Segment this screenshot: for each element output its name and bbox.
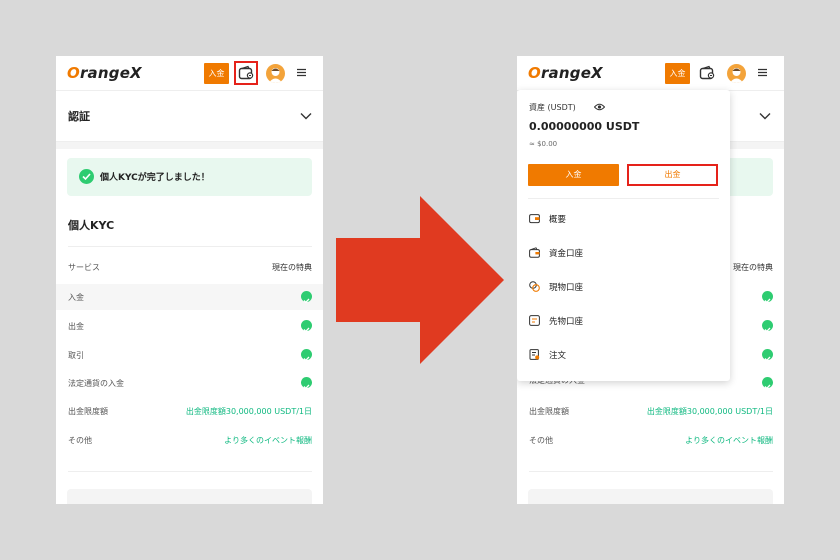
table-row: 出金限度額 出金限度額30,000,000 USDT/1日 [56,398,323,424]
logo-text: rangeX [540,64,603,82]
table-header: サービス 現在の特典 [56,254,323,280]
check-icon [762,349,773,362]
check-icon [762,291,773,304]
table-row: 法定通貨の入金 [56,370,323,396]
header-benefit: 現在の特典 [733,263,773,272]
phone-screen-after: OrangeX 入金 現在の特典 出金限度額 出金限度額30,000,000 U… [517,56,784,504]
spot-icon [529,281,540,292]
deposit-button[interactable]: 入金 [528,164,619,186]
row-label: 出金限度額 [68,407,108,416]
phone-screen-before: OrangeX 入金 認証 個人KYCが完了しました！ 個人KYC サービス 現… [56,56,323,504]
futures-icon [529,315,540,326]
check-circle-icon [79,169,94,184]
limit-value: 出金限度額30,000,000 USDT/1日 [646,407,773,416]
chevron-down-icon[interactable] [759,112,771,120]
section-divider [56,142,323,149]
header-service: サービス [68,263,100,272]
check-icon [301,349,312,362]
orangex-logo[interactable]: OrangeX [528,64,603,82]
menu-item-label: 概要 [549,215,567,225]
top-navbar: OrangeX 入金 [56,56,323,91]
menu-item-label: 現物口座 [549,283,584,293]
limit-value: 出金限度額30,000,000 USDT/1日 [185,407,312,416]
wallet-dropdown: 資産 (USDT) 0.00000000 USDT ≈ $0.00 入金 出金 … [517,90,730,381]
deposit-button[interactable]: 入金 [665,63,690,84]
header-benefit: 現在の特典 [272,263,312,272]
check-icon [301,377,312,390]
section-title: 認証 [68,110,90,123]
row-label: その他 [529,436,553,445]
wallet-highlight-box [234,61,258,85]
kyc-title: 個人KYC [68,219,115,232]
row-label: 出金 [68,322,84,331]
avatar-person-icon [268,68,283,83]
logo-o: O [67,64,80,82]
table-row: 取引 [56,342,323,368]
overview-icon [529,214,540,224]
banner-text: 個人KYCが完了しました！ [100,173,210,183]
wallet-icon[interactable] [699,65,715,81]
hamburger-menu-icon[interactable] [758,68,767,77]
check-icon [301,291,312,304]
other-value-link[interactable]: より多くのイベント報酬 [224,435,312,446]
logo-text: rangeX [79,64,142,82]
table-row: 出金 [56,313,323,339]
avatar[interactable] [727,64,746,83]
table-row: その他 より多くのイベント報酬 [56,427,323,453]
hamburger-menu-icon[interactable] [297,68,306,77]
check-icon [762,320,773,333]
row-label: その他 [68,436,92,445]
check-icon [762,377,773,390]
divider [68,471,312,472]
check-icon [301,320,312,333]
row-label: 取引 [68,351,84,360]
kyc-success-banner: 個人KYCが完了しました！ [67,158,312,196]
verification-section-header[interactable]: 認証 [56,91,323,142]
other-value-link[interactable]: より多くのイベント報酬 [685,435,773,446]
menu-item-label: 注文 [549,351,567,361]
avatar[interactable] [266,64,285,83]
asset-label: 資産 (USDT) [529,103,576,112]
eye-icon[interactable] [594,103,605,111]
chevron-down-icon[interactable] [300,112,312,120]
bottom-card [67,489,312,504]
row-label: 出金限度額 [529,407,569,416]
logo-o: O [528,64,541,82]
row-label: 入金 [68,293,84,302]
bottom-card [528,489,773,504]
banner-edge [726,158,773,196]
wallet-icon [529,247,540,258]
divider [68,246,312,247]
divider [529,471,773,472]
divider [528,198,719,199]
approx-value: ≈ $0.00 [529,140,558,148]
table-row: その他 より多くのイベント報酬 [517,427,784,453]
table-row: 出金限度額 出金限度額30,000,000 USDT/1日 [517,398,784,424]
menu-item-label: 先物口座 [549,317,584,327]
order-icon [529,349,540,360]
orangex-logo[interactable]: OrangeX [67,64,142,82]
withdraw-button[interactable]: 出金 [627,164,718,186]
avatar-person-icon [729,68,744,83]
table-row: 入金 [56,284,323,310]
row-label: 法定通貨の入金 [68,379,124,388]
menu-item-label: 資金口座 [549,249,584,259]
deposit-button[interactable]: 入金 [204,63,229,84]
top-navbar: OrangeX 入金 [517,56,784,91]
balance: 0.00000000 USDT [529,120,640,133]
right-arrow-icon [336,196,504,364]
